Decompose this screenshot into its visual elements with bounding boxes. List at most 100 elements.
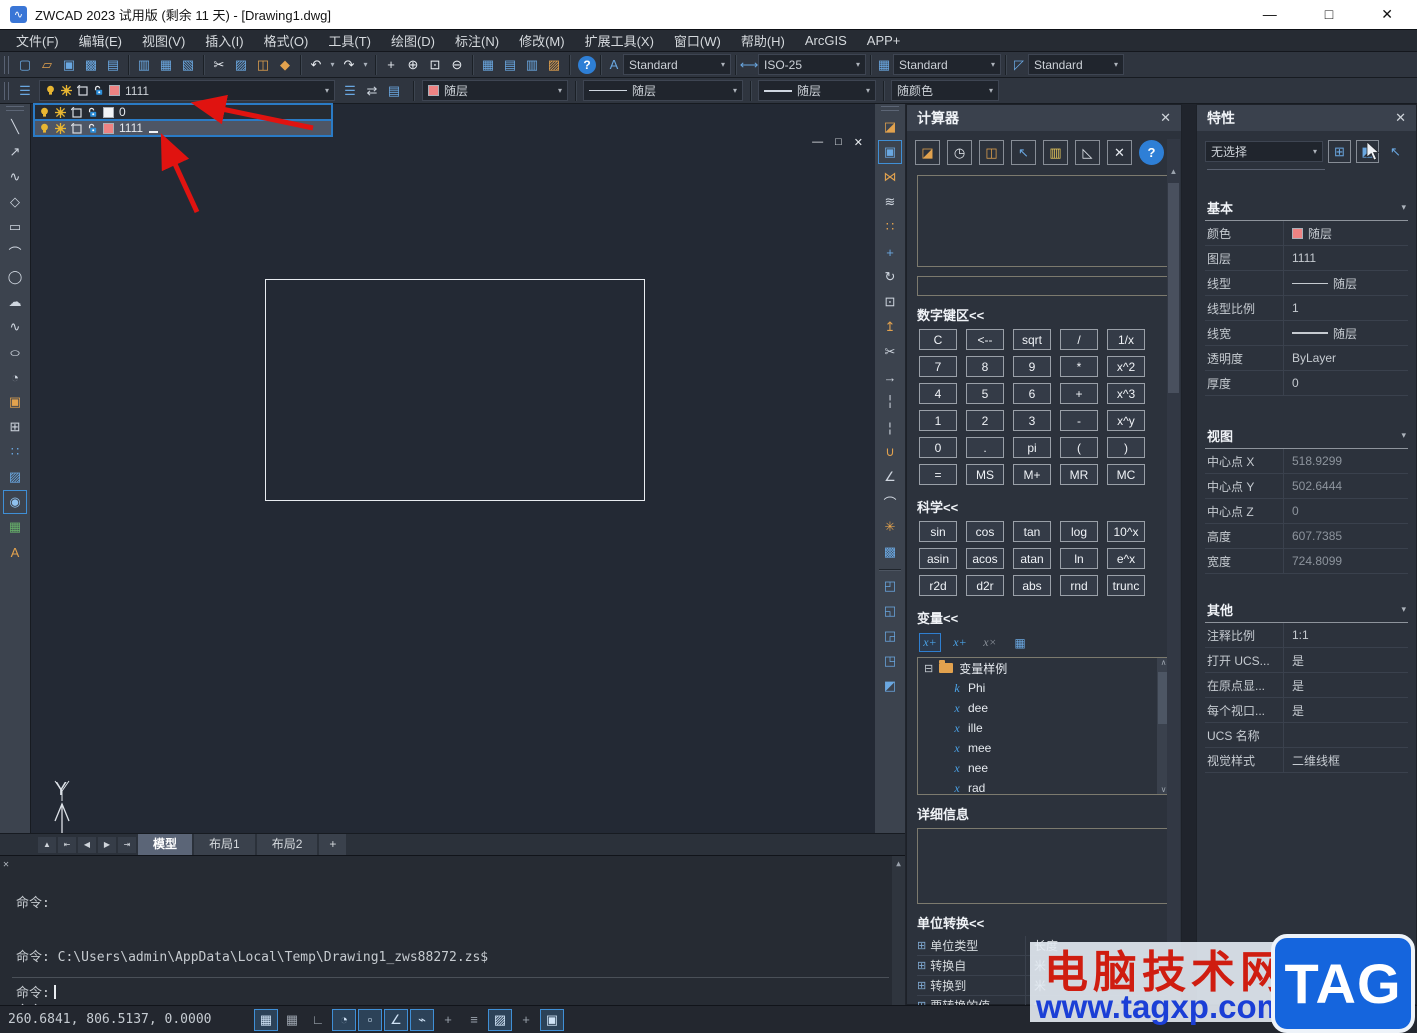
match-properties-icon[interactable]: ◆: [274, 54, 296, 76]
block-editor-icon[interactable]: ▩: [878, 540, 902, 564]
measure-angle-icon[interactable]: ◺: [1075, 140, 1100, 165]
layer-combo[interactable]: 1111 ▾: [39, 80, 335, 101]
snap-toggle-icon[interactable]: ▦: [254, 1008, 278, 1031]
calc-key[interactable]: 3: [1013, 410, 1051, 431]
calc-key[interactable]: abs: [1013, 575, 1051, 596]
layer-previous-icon[interactable]: ⇄: [361, 80, 383, 102]
fullscreen-toggle-icon[interactable]: ▣: [540, 1008, 564, 1031]
offset-icon[interactable]: ≋: [878, 190, 902, 214]
calc-key[interactable]: 4: [919, 383, 957, 404]
send-below-icon[interactable]: ◳: [878, 649, 902, 673]
drawing-canvas[interactable]: — □ ✕ Y X: [30, 104, 875, 905]
new-file-icon[interactable]: ▢: [14, 54, 36, 76]
calc-key[interactable]: ): [1107, 437, 1145, 458]
calc-key[interactable]: 10^x: [1107, 521, 1145, 542]
line-icon[interactable]: ╲: [3, 115, 27, 139]
paste-icon[interactable]: ◫: [252, 54, 274, 76]
mirror-icon[interactable]: ⋈: [878, 165, 902, 189]
bring-to-front-icon[interactable]: ◰: [878, 574, 902, 598]
point-icon[interactable]: ∷: [3, 440, 27, 464]
selection-combo[interactable]: 无选择 ▾: [1205, 141, 1323, 162]
collapse-icon[interactable]: ⊟: [924, 662, 933, 675]
calc-key[interactable]: r2d: [919, 575, 957, 596]
spline-icon[interactable]: ∿: [3, 315, 27, 339]
calc-key[interactable]: MC: [1107, 464, 1145, 485]
calc-key[interactable]: x^y: [1107, 410, 1145, 431]
save-as-icon[interactable]: ▩: [80, 54, 102, 76]
polygon-icon[interactable]: ◇: [3, 190, 27, 214]
calc-key[interactable]: x^3: [1107, 383, 1145, 404]
annotation-scale-icon[interactable]: +: [514, 1009, 538, 1031]
paste-to-command-icon[interactable]: ◫: [979, 140, 1004, 165]
elliptical-arc-icon[interactable]: ◔: [3, 365, 27, 389]
rectangle-icon[interactable]: ▭: [3, 215, 27, 239]
copy-clip-icon[interactable]: ▨: [230, 54, 252, 76]
calc-key[interactable]: asin: [919, 548, 957, 569]
layer-list-item-selected[interactable]: 1111: [34, 120, 332, 136]
print-icon[interactable]: ▥: [133, 54, 155, 76]
calc-key[interactable]: sqrt: [1013, 329, 1051, 350]
scroll-up-icon[interactable]: ▲: [896, 859, 901, 868]
numpad-section-label[interactable]: 数字键区<<: [907, 296, 1181, 326]
tab-prev-icon[interactable]: ◀: [78, 836, 96, 853]
tab-last-icon[interactable]: ⇥: [118, 836, 136, 853]
maximize-button[interactable]: □: [1325, 6, 1333, 23]
lineweight-toggle-icon[interactable]: ≡: [462, 1009, 486, 1031]
calc-key[interactable]: 6: [1013, 383, 1051, 404]
calc-key[interactable]: -: [1060, 410, 1098, 431]
menu-format[interactable]: 格式(O): [254, 31, 319, 50]
tree-root-row[interactable]: ⊟ 变量样例: [918, 658, 1170, 678]
menu-view[interactable]: 视图(V): [132, 31, 195, 50]
insert-block-icon[interactable]: ▣: [3, 390, 27, 414]
doc-restore-icon[interactable]: □: [835, 136, 842, 149]
tree-item[interactable]: k Phi: [918, 678, 1170, 698]
undo-dropdown-icon[interactable]: ▾: [327, 54, 338, 76]
calc-key[interactable]: log: [1060, 521, 1098, 542]
calc-key[interactable]: 7: [919, 356, 957, 377]
calc-key[interactable]: cos: [966, 521, 1004, 542]
command-prompt[interactable]: 命令:: [16, 982, 50, 1001]
redo-icon[interactable]: ↷: [338, 54, 360, 76]
calc-key[interactable]: trunc: [1107, 575, 1145, 596]
units-section-label[interactable]: 单位转换<<: [907, 904, 1181, 934]
linetype-combo[interactable]: 随层 ▾: [583, 80, 743, 101]
menu-app-plus[interactable]: APP+: [857, 33, 911, 48]
make-layer-current-icon[interactable]: ☰: [339, 80, 361, 102]
polyline-icon[interactable]: ∿: [3, 165, 27, 189]
lineweight-combo[interactable]: 随层 ▾: [758, 80, 876, 101]
calc-key[interactable]: d2r: [966, 575, 1004, 596]
chevron-down-icon[interactable]: ▾: [325, 86, 329, 95]
calc-key[interactable]: /: [1060, 329, 1098, 350]
calc-key[interactable]: sin: [919, 521, 957, 542]
layer-vp-freeze-icon[interactable]: [71, 123, 82, 134]
menu-draw[interactable]: 绘图(D): [381, 31, 445, 50]
calc-key[interactable]: 0: [919, 437, 957, 458]
calc-key[interactable]: .: [966, 437, 1004, 458]
delete-variable-icon[interactable]: x×: [979, 633, 1001, 652]
pan-icon[interactable]: +: [380, 54, 402, 76]
calculator-close-icon[interactable]: ✕: [1160, 110, 1171, 126]
break-icon[interactable]: ¦: [878, 415, 902, 439]
layer-vp-freeze-icon[interactable]: [71, 107, 82, 118]
toolbar-grip[interactable]: [4, 81, 9, 100]
other-section-header[interactable]: 其他 ▾: [1205, 598, 1408, 623]
layer-thaw-icon[interactable]: [55, 107, 66, 118]
properties-close-icon[interactable]: ✕: [1395, 110, 1406, 126]
calc-key[interactable]: 8: [966, 356, 1004, 377]
view-section-header[interactable]: 视图 ▾: [1205, 424, 1408, 449]
stretch-icon[interactable]: ↥: [878, 315, 902, 339]
new-variable-icon[interactable]: x+: [919, 633, 941, 652]
tab-layout1[interactable]: 布局1: [194, 833, 255, 856]
calc-key[interactable]: 1: [919, 410, 957, 431]
publish-icon[interactable]: ▧: [177, 54, 199, 76]
fillet-icon[interactable]: ⌒: [878, 490, 902, 514]
bring-above-icon[interactable]: ◲: [878, 624, 902, 648]
layer-manager-icon[interactable]: ☰: [14, 80, 36, 102]
calc-key[interactable]: 9: [1013, 356, 1051, 377]
hatch-icon[interactable]: ▨: [3, 465, 27, 489]
history-icon[interactable]: ◷: [947, 140, 972, 165]
construction-line-icon[interactable]: ↗: [3, 140, 27, 164]
tree-item[interactable]: x dee: [918, 698, 1170, 718]
send-to-back-icon[interactable]: ◱: [878, 599, 902, 623]
object-snap-icon[interactable]: ▫: [358, 1008, 382, 1031]
